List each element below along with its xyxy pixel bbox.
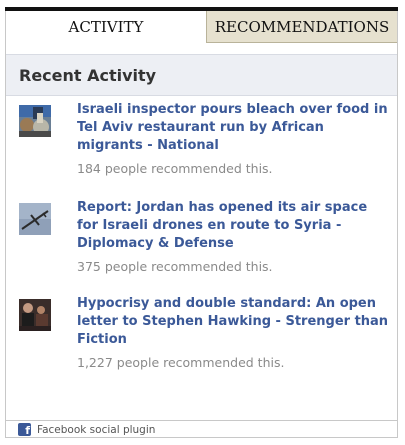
activity-widget: ACTIVITY RECOMMENDATIONS Recent Activity…	[5, 7, 398, 438]
section-header: Recent Activity	[6, 54, 397, 96]
item-text: Report: Jordan has opened its air space …	[77, 199, 389, 274]
article-thumbnail[interactable]	[19, 299, 51, 331]
item-text: Hypocrisy and double standard: An open l…	[77, 295, 389, 370]
tab-activity[interactable]: ACTIVITY	[6, 11, 206, 43]
tab-bar: ACTIVITY RECOMMENDATIONS	[6, 11, 397, 43]
article-link[interactable]: Report: Jordan has opened its air space …	[77, 199, 389, 253]
facebook-plugin-link[interactable]: Facebook social plugin	[37, 424, 155, 436]
section-title: Recent Activity	[19, 65, 157, 85]
recommend-count: 1,227 people recommended this.	[77, 355, 285, 370]
plugin-footer: f Facebook social plugin	[6, 420, 397, 438]
article-thumbnail[interactable]	[19, 105, 51, 137]
facebook-icon[interactable]: f	[18, 423, 31, 436]
item-text: Israeli inspector pours bleach over food…	[77, 101, 389, 176]
recommend-count: 184 people recommended this.	[77, 161, 273, 176]
article-link[interactable]: Israeli inspector pours bleach over food…	[77, 101, 389, 155]
article-link[interactable]: Hypocrisy and double standard: An open l…	[77, 295, 389, 349]
tab-recommendations[interactable]: RECOMMENDATIONS	[206, 11, 397, 43]
article-thumbnail[interactable]	[19, 203, 51, 235]
recommend-count: 375 people recommended this.	[77, 259, 273, 274]
